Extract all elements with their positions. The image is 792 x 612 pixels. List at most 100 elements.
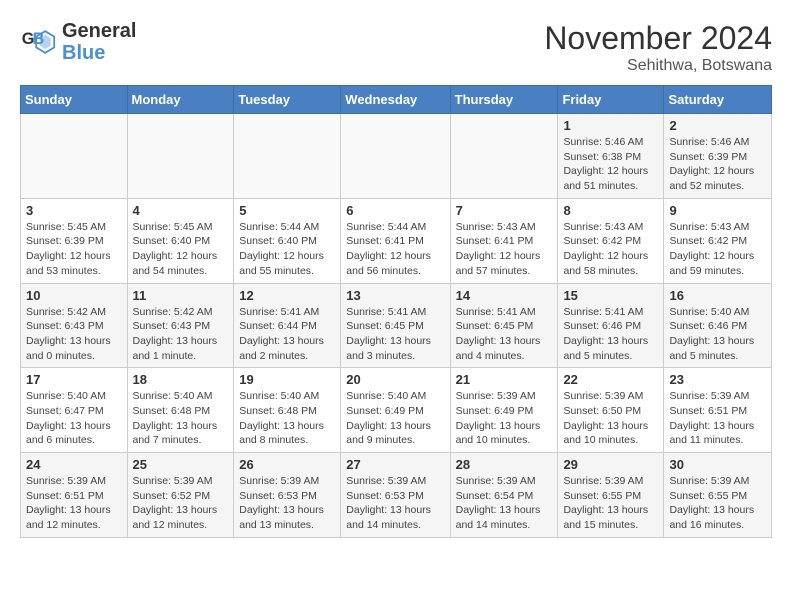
calendar-cell: 29 Sunrise: 5:39 AMSunset: 6:55 PMDayligh… — [558, 453, 664, 538]
day-number: 6 — [346, 203, 444, 218]
day-number: 20 — [346, 372, 444, 387]
calendar-cell: 26 Sunrise: 5:39 AMSunset: 6:53 PMDayligh… — [234, 453, 341, 538]
calendar-cell — [341, 114, 450, 199]
day-info: Sunrise: 5:45 AMSunset: 6:40 PMDaylight:… — [133, 220, 229, 279]
calendar-cell: 3 Sunrise: 5:45 AMSunset: 6:39 PMDaylight… — [21, 198, 128, 283]
weekday-header-tuesday: Tuesday — [234, 86, 341, 114]
calendar-cell: 19Sunrise: 5:40 AMSunset: 6:48 PMDayligh… — [234, 368, 341, 453]
calendar-cell: 28Sunrise: 5:39 AMSunset: 6:54 PMDayligh… — [450, 453, 558, 538]
day-info: Sunrise: 5:39 AMSunset: 6:51 PMDaylight:… — [669, 389, 766, 448]
calendar-cell: 12 Sunrise: 5:41 AMSunset: 6:44 PMDayligh… — [234, 283, 341, 368]
day-number: 7 — [456, 203, 553, 218]
day-info: Sunrise: 5:39 AMSunset: 6:55 PMDaylight:… — [563, 474, 658, 533]
day-number: 16 — [669, 288, 766, 303]
day-info: Sunrise: 5:39 AMSunset: 6:55 PMDaylight:… — [669, 474, 766, 533]
day-number: 13 — [346, 288, 444, 303]
day-number: 24 — [26, 457, 122, 472]
day-info: Sunrise: 5:39 AMSunset: 6:54 PMDaylight:… — [456, 474, 553, 533]
calendar-cell: 4 Sunrise: 5:45 AMSunset: 6:40 PMDaylight… — [127, 198, 234, 283]
day-info: Sunrise: 5:39 AMSunset: 6:53 PMDaylight:… — [239, 474, 335, 533]
day-info: Sunrise: 5:43 AMSunset: 6:41 PMDaylight:… — [456, 220, 553, 279]
calendar-cell: 24 Sunrise: 5:39 AMSunset: 6:51 PMDayligh… — [21, 453, 128, 538]
day-number: 4 — [133, 203, 229, 218]
day-number: 2 — [669, 118, 766, 133]
calendar-cell — [234, 114, 341, 199]
day-info: Sunrise: 5:44 AMSunset: 6:40 PMDaylight:… — [239, 220, 335, 279]
day-info: Sunrise: 5:46 AMSunset: 6:39 PMDaylight:… — [669, 135, 766, 194]
day-number: 14 — [456, 288, 553, 303]
calendar-cell: 2 Sunrise: 5:46 AMSunset: 6:39 PMDaylight… — [664, 114, 772, 199]
location-subtitle: Sehithwa, Botswana — [544, 57, 772, 75]
day-number: 19 — [239, 372, 335, 387]
calendar-cell: 9 Sunrise: 5:43 AMSunset: 6:42 PMDaylight… — [664, 198, 772, 283]
weekday-header-saturday: Saturday — [664, 86, 772, 114]
day-info: Sunrise: 5:39 AMSunset: 6:51 PMDaylight:… — [26, 474, 122, 533]
day-number: 17 — [26, 372, 122, 387]
calendar-header: SundayMondayTuesdayWednesdayThursdayFrid… — [21, 86, 772, 114]
day-info: Sunrise: 5:41 AMSunset: 6:45 PMDaylight:… — [346, 305, 444, 364]
logo-line1: General — [62, 20, 136, 42]
calendar-cell: 16Sunrise: 5:40 AMSunset: 6:46 PMDayligh… — [664, 283, 772, 368]
page-header: G B General Blue November 2024 Sehithwa,… — [20, 20, 772, 75]
calendar-cell — [21, 114, 128, 199]
calendar-cell: 5 Sunrise: 5:44 AMSunset: 6:40 PMDaylight… — [234, 198, 341, 283]
title-block: November 2024 Sehithwa, Botswana — [544, 20, 772, 75]
day-info: Sunrise: 5:41 AMSunset: 6:44 PMDaylight:… — [239, 305, 335, 364]
day-number: 18 — [133, 372, 229, 387]
day-info: Sunrise: 5:39 AMSunset: 6:53 PMDaylight:… — [346, 474, 444, 533]
calendar-cell: 30Sunrise: 5:39 AMSunset: 6:55 PMDayligh… — [664, 453, 772, 538]
calendar-cell: 6Sunrise: 5:44 AMSunset: 6:41 PMDaylight… — [341, 198, 450, 283]
calendar-week-row: 10 Sunrise: 5:42 AMSunset: 6:43 PMDayligh… — [21, 283, 772, 368]
weekday-header-monday: Monday — [127, 86, 234, 114]
day-info: Sunrise: 5:39 AMSunset: 6:50 PMDaylight:… — [563, 389, 658, 448]
day-number: 1 — [563, 118, 658, 133]
calendar-cell: 25Sunrise: 5:39 AMSunset: 6:52 PMDayligh… — [127, 453, 234, 538]
day-number: 22 — [563, 372, 658, 387]
day-info: Sunrise: 5:39 AMSunset: 6:49 PMDaylight:… — [456, 389, 553, 448]
calendar-cell — [450, 114, 558, 199]
calendar-cell: 10 Sunrise: 5:42 AMSunset: 6:43 PMDayligh… — [21, 283, 128, 368]
calendar-cell: 27 Sunrise: 5:39 AMSunset: 6:53 PMDayligh… — [341, 453, 450, 538]
weekday-header-thursday: Thursday — [450, 86, 558, 114]
calendar-week-row: 24 Sunrise: 5:39 AMSunset: 6:51 PMDayligh… — [21, 453, 772, 538]
logo-line2: Blue — [62, 42, 136, 64]
calendar-cell: 15Sunrise: 5:41 AMSunset: 6:46 PMDayligh… — [558, 283, 664, 368]
day-number: 10 — [26, 288, 122, 303]
calendar-cell: 14Sunrise: 5:41 AMSunset: 6:45 PMDayligh… — [450, 283, 558, 368]
day-number: 8 — [563, 203, 658, 218]
day-info: Sunrise: 5:46 AMSunset: 6:38 PMDaylight:… — [563, 135, 658, 194]
calendar-cell: 17 Sunrise: 5:40 AMSunset: 6:47 PMDayligh… — [21, 368, 128, 453]
day-number: 9 — [669, 203, 766, 218]
calendar-cell: 8Sunrise: 5:43 AMSunset: 6:42 PMDaylight… — [558, 198, 664, 283]
calendar-cell: 7 Sunrise: 5:43 AMSunset: 6:41 PMDaylight… — [450, 198, 558, 283]
day-info: Sunrise: 5:45 AMSunset: 6:39 PMDaylight:… — [26, 220, 122, 279]
day-number: 23 — [669, 372, 766, 387]
day-info: Sunrise: 5:40 AMSunset: 6:48 PMDaylight:… — [133, 389, 229, 448]
month-title: November 2024 — [544, 20, 772, 57]
day-number: 12 — [239, 288, 335, 303]
calendar-cell: 23 Sunrise: 5:39 AMSunset: 6:51 PMDayligh… — [664, 368, 772, 453]
day-info: Sunrise: 5:41 AMSunset: 6:46 PMDaylight:… — [563, 305, 658, 364]
day-info: Sunrise: 5:42 AMSunset: 6:43 PMDaylight:… — [26, 305, 122, 364]
calendar-cell: 18 Sunrise: 5:40 AMSunset: 6:48 PMDayligh… — [127, 368, 234, 453]
day-info: Sunrise: 5:43 AMSunset: 6:42 PMDaylight:… — [669, 220, 766, 279]
day-number: 27 — [346, 457, 444, 472]
logo: G B General Blue — [20, 20, 136, 64]
day-number: 26 — [239, 457, 335, 472]
calendar-cell: 22 Sunrise: 5:39 AMSunset: 6:50 PMDayligh… — [558, 368, 664, 453]
day-info: Sunrise: 5:40 AMSunset: 6:49 PMDaylight:… — [346, 389, 444, 448]
day-number: 5 — [239, 203, 335, 218]
weekday-header-sunday: Sunday — [21, 86, 128, 114]
day-info: Sunrise: 5:40 AMSunset: 6:47 PMDaylight:… — [26, 389, 122, 448]
day-number: 3 — [26, 203, 122, 218]
calendar-cell: 21 Sunrise: 5:39 AMSunset: 6:49 PMDayligh… — [450, 368, 558, 453]
calendar-cell: 13 Sunrise: 5:41 AMSunset: 6:45 PMDayligh… — [341, 283, 450, 368]
calendar-cell: 20 Sunrise: 5:40 AMSunset: 6:49 PMDayligh… — [341, 368, 450, 453]
calendar-cell: 1 Sunrise: 5:46 AMSunset: 6:38 PMDaylight… — [558, 114, 664, 199]
day-info: Sunrise: 5:42 AMSunset: 6:43 PMDaylight:… — [133, 305, 229, 364]
weekday-header-wednesday: Wednesday — [341, 86, 450, 114]
weekday-header-friday: Friday — [558, 86, 664, 114]
day-number: 29 — [563, 457, 658, 472]
day-number: 21 — [456, 372, 553, 387]
calendar-week-row: 17 Sunrise: 5:40 AMSunset: 6:47 PMDayligh… — [21, 368, 772, 453]
